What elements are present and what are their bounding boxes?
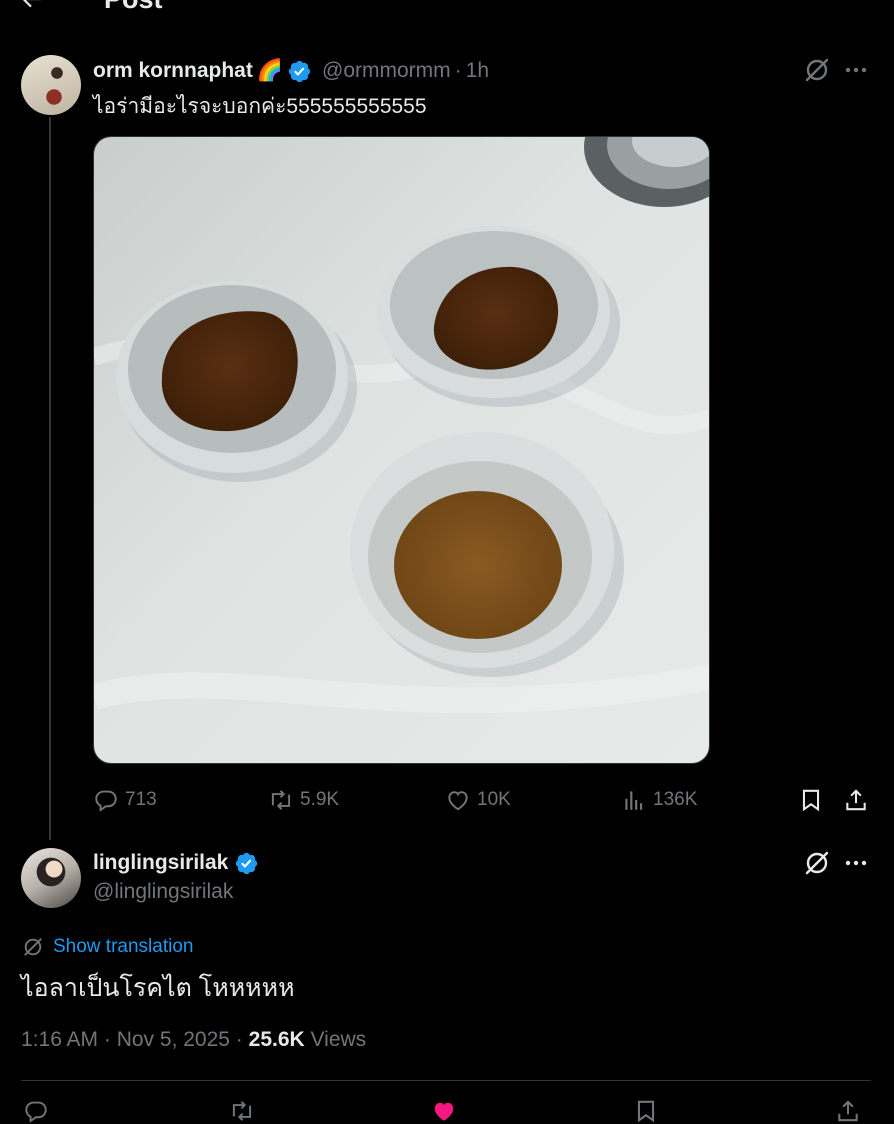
reply-count: 713 [125, 789, 157, 810]
repost-icon [271, 790, 291, 810]
verified-badge-icon[interactable] [287, 59, 312, 84]
share-icon[interactable] [835, 1098, 861, 1124]
author-handle[interactable]: @linglingsirilak [93, 880, 233, 904]
repost-icon[interactable] [229, 1098, 255, 1124]
show-translation-button[interactable]: Show translation [21, 935, 193, 959]
share-button[interactable] [843, 785, 869, 815]
analytics-icon [625, 791, 643, 810]
page-title: Post [104, 0, 163, 13]
back-button[interactable] [18, 0, 44, 12]
post-time[interactable]: 1h [466, 59, 489, 83]
reply-author-row: linglingsirilak [93, 848, 259, 878]
author-display-name[interactable]: orm kornnaphat [93, 59, 253, 83]
views-label: Views [310, 1028, 367, 1051]
reply-icon [95, 790, 117, 812]
views-count: 25.6K [248, 1028, 305, 1051]
grok-button[interactable] [803, 56, 831, 84]
repost-button[interactable]: 5.9K [268, 785, 339, 815]
author-handle[interactable]: @ormmormm [322, 59, 451, 83]
grok-icon [805, 58, 829, 82]
avatar[interactable] [21, 848, 81, 908]
like-button[interactable]: 10K [445, 785, 511, 815]
divider [21, 1080, 871, 1081]
avatar[interactable] [21, 55, 81, 115]
post-text: ไอร่ามีอะไรจะบอกค่ะ555555555555 [93, 95, 427, 118]
author-display-name[interactable]: linglingsirilak [93, 851, 228, 875]
grok-button[interactable] [803, 849, 831, 877]
reply-button[interactable]: 713 [93, 785, 157, 815]
post-meta: 1:16 AM · Nov 5, 2025 · 25.6K Views [21, 1028, 367, 1051]
views-button[interactable]: 136K [621, 785, 697, 815]
share-icon [846, 789, 866, 811]
verified-badge-icon[interactable] [234, 851, 259, 876]
post-action-bar: 713 5.9K 10K 136K [93, 785, 873, 815]
more-horizontal-icon [845, 67, 867, 73]
grok-icon [805, 851, 829, 875]
like-count: 10K [477, 789, 511, 810]
reply-icon[interactable] [23, 1098, 49, 1124]
more-horizontal-icon [845, 860, 867, 866]
more-options-button[interactable] [843, 851, 869, 875]
rainbow-emoji: 🌈 [256, 59, 284, 82]
bookmark-button[interactable] [798, 785, 824, 815]
back-arrow-icon [22, 0, 41, 8]
thread-connector [49, 117, 51, 840]
bookmark-icon [802, 789, 820, 812]
heart-icon [448, 791, 468, 811]
show-translation-link[interactable]: Show translation [53, 936, 193, 958]
more-options-button[interactable] [843, 58, 869, 82]
post-author-row: orm kornnaphat 🌈 @ormmormm · 1h [93, 59, 490, 84]
views-count: 136K [653, 789, 698, 810]
repost-count: 5.9K [300, 789, 340, 810]
reply-action-bar [21, 1098, 871, 1124]
heart-filled-icon[interactable] [431, 1098, 457, 1124]
post-image[interactable] [93, 136, 710, 764]
bookmark-icon[interactable] [633, 1098, 659, 1124]
reply-text: ไอลาเป็นโรคไต โหหหหห [21, 974, 295, 1002]
post-timestamp[interactable]: 1:16 AM · Nov 5, 2025 [21, 1028, 230, 1051]
grok-icon [24, 938, 42, 956]
